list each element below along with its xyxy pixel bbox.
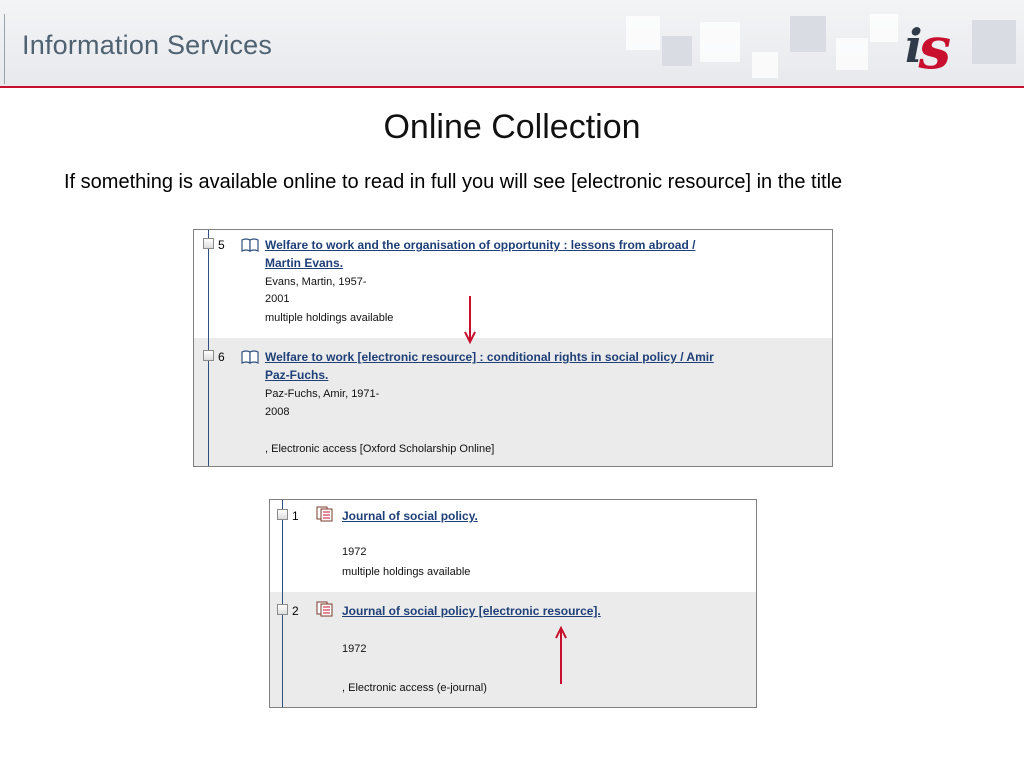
record-holdings: multiple holdings available bbox=[342, 566, 471, 578]
record-year: 2008 bbox=[265, 406, 290, 418]
result-record: 6 Welfare to work [electronic resource] … bbox=[194, 338, 832, 466]
arrow-up-icon bbox=[555, 626, 567, 684]
record-title-link-continued[interactable]: Paz-Fuchs. bbox=[265, 367, 328, 383]
record-number: 6 bbox=[218, 350, 225, 364]
record-number: 1 bbox=[292, 509, 299, 523]
decor-square bbox=[790, 16, 826, 52]
decor-square bbox=[870, 14, 898, 42]
record-number: 5 bbox=[218, 238, 225, 252]
book-icon bbox=[241, 350, 259, 364]
catalogue-screenshot-books: 5 Welfare to work and the organisation o… bbox=[193, 229, 833, 467]
decor-square bbox=[662, 36, 692, 66]
record-author: Evans, Martin, 1957- bbox=[265, 276, 367, 288]
record-holdings: multiple holdings available bbox=[265, 312, 394, 324]
result-record: 2 Journal of social policy [electronic r… bbox=[270, 592, 756, 707]
banner-title: Information Services bbox=[22, 30, 273, 60]
record-title-link-continued[interactable]: Martin Evans. bbox=[265, 255, 343, 271]
is-logo: is bbox=[905, 14, 952, 82]
decor-square bbox=[752, 52, 778, 78]
record-title-link[interactable]: Journal of social policy. bbox=[342, 508, 478, 524]
decor-square bbox=[972, 20, 1016, 64]
decor-square bbox=[836, 38, 868, 70]
record-access: , Electronic access (e-journal) bbox=[342, 682, 487, 694]
record-checkbox[interactable] bbox=[277, 604, 288, 615]
intro-text: If something is available online to read… bbox=[64, 171, 843, 193]
record-author: Paz-Fuchs, Amir, 1971- bbox=[265, 388, 380, 400]
banner-divider bbox=[4, 14, 5, 84]
header-banner: Information Services is bbox=[0, 0, 1024, 88]
record-title-link[interactable]: Welfare to work [electronic resource] : … bbox=[265, 349, 714, 365]
record-checkbox[interactable] bbox=[203, 350, 214, 361]
record-access: , Electronic access [Oxford Scholarship … bbox=[265, 443, 495, 455]
arrow-down-icon bbox=[464, 296, 476, 344]
book-icon bbox=[241, 238, 259, 252]
record-year: 2001 bbox=[265, 293, 290, 305]
result-record: 1 Journal of social policy. 1972 multipl… bbox=[270, 500, 756, 592]
record-checkbox[interactable] bbox=[277, 509, 288, 520]
journal-icon bbox=[316, 506, 333, 522]
record-checkbox[interactable] bbox=[203, 238, 214, 249]
record-year: 1972 bbox=[342, 546, 367, 558]
result-record: 5 Welfare to work and the organisation o… bbox=[194, 230, 832, 338]
journal-icon bbox=[316, 601, 333, 617]
catalogue-screenshot-journals: 1 Journal of social policy. 1972 multipl… bbox=[269, 499, 757, 708]
decor-square bbox=[700, 22, 740, 62]
record-number: 2 bbox=[292, 604, 299, 618]
record-title-link[interactable]: Welfare to work and the organisation of … bbox=[265, 237, 695, 253]
decor-square bbox=[626, 16, 660, 50]
record-year: 1972 bbox=[342, 643, 367, 655]
slide-title: Online Collection bbox=[383, 108, 641, 146]
record-title-link[interactable]: Journal of social policy [electronic res… bbox=[342, 603, 601, 619]
